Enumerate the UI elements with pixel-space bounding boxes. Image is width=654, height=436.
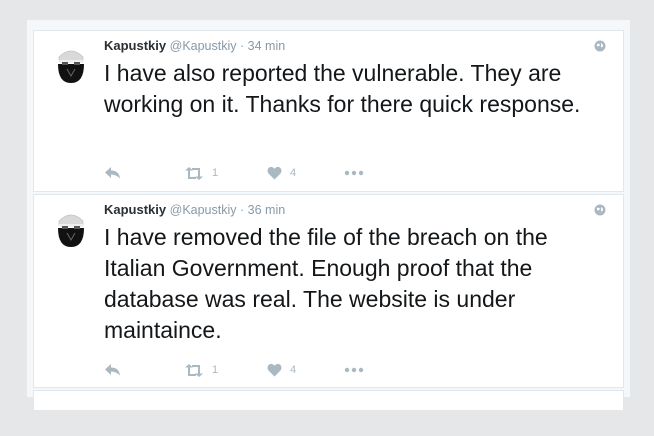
tweet-header: Kapustkiy @Kapustkiy · 34 min: [104, 38, 285, 53]
more-icon: [344, 170, 364, 176]
tweet-actions: 1 4: [104, 164, 404, 182]
tweet[interactable]: Kapustkiy @Kapustkiy · 34 min I have als…: [33, 30, 624, 192]
author-handle[interactable]: @Kapustkiy: [170, 39, 237, 53]
heart-icon: [267, 166, 282, 180]
tweet-text: I have also reported the vulnerable. The…: [104, 60, 581, 117]
author-name[interactable]: Kapustkiy: [104, 38, 166, 53]
timestamp[interactable]: 36 min: [248, 203, 286, 217]
retweet-icon: [185, 363, 203, 377]
like-count: 4: [290, 167, 297, 179]
author-handle[interactable]: @Kapustkiy: [170, 203, 237, 217]
reply-button[interactable]: [104, 164, 121, 182]
avatar-image: [50, 43, 92, 85]
tweet-text: I have removed the file of the breach on…: [104, 224, 548, 343]
timestamp[interactable]: 34 min: [248, 39, 286, 53]
retweet-count: 1: [212, 167, 219, 179]
retweet-icon: [185, 166, 203, 180]
author-name[interactable]: Kapustkiy: [104, 202, 166, 217]
more-button[interactable]: [344, 361, 364, 379]
tweet-partial[interactable]: [33, 390, 624, 410]
avatar-image: [50, 207, 92, 249]
more-icon: [344, 367, 364, 373]
separator: ·: [240, 203, 245, 217]
more-button[interactable]: [344, 164, 364, 182]
like-button[interactable]: 4: [267, 361, 296, 379]
reply-icon: [105, 167, 120, 179]
separator: ·: [240, 39, 245, 53]
globe-icon[interactable]: [594, 40, 606, 52]
globe-icon[interactable]: [594, 204, 606, 216]
retweet-button[interactable]: 1: [184, 164, 218, 182]
heart-icon: [267, 363, 282, 377]
like-button[interactable]: 4: [267, 164, 296, 182]
avatar[interactable]: [50, 43, 92, 85]
tweet[interactable]: Kapustkiy @Kapustkiy · 36 min I have rem…: [33, 194, 624, 388]
timeline-stream: Kapustkiy @Kapustkiy · 34 min I have als…: [27, 20, 630, 410]
avatar[interactable]: [50, 207, 92, 249]
like-count: 4: [290, 364, 297, 376]
retweet-button[interactable]: 1: [184, 361, 218, 379]
reply-button[interactable]: [104, 361, 121, 379]
retweet-count: 1: [212, 364, 219, 376]
tweet-header: Kapustkiy @Kapustkiy · 36 min: [104, 202, 285, 217]
reply-icon: [105, 364, 120, 376]
tweet-actions: 1 4: [104, 361, 404, 379]
